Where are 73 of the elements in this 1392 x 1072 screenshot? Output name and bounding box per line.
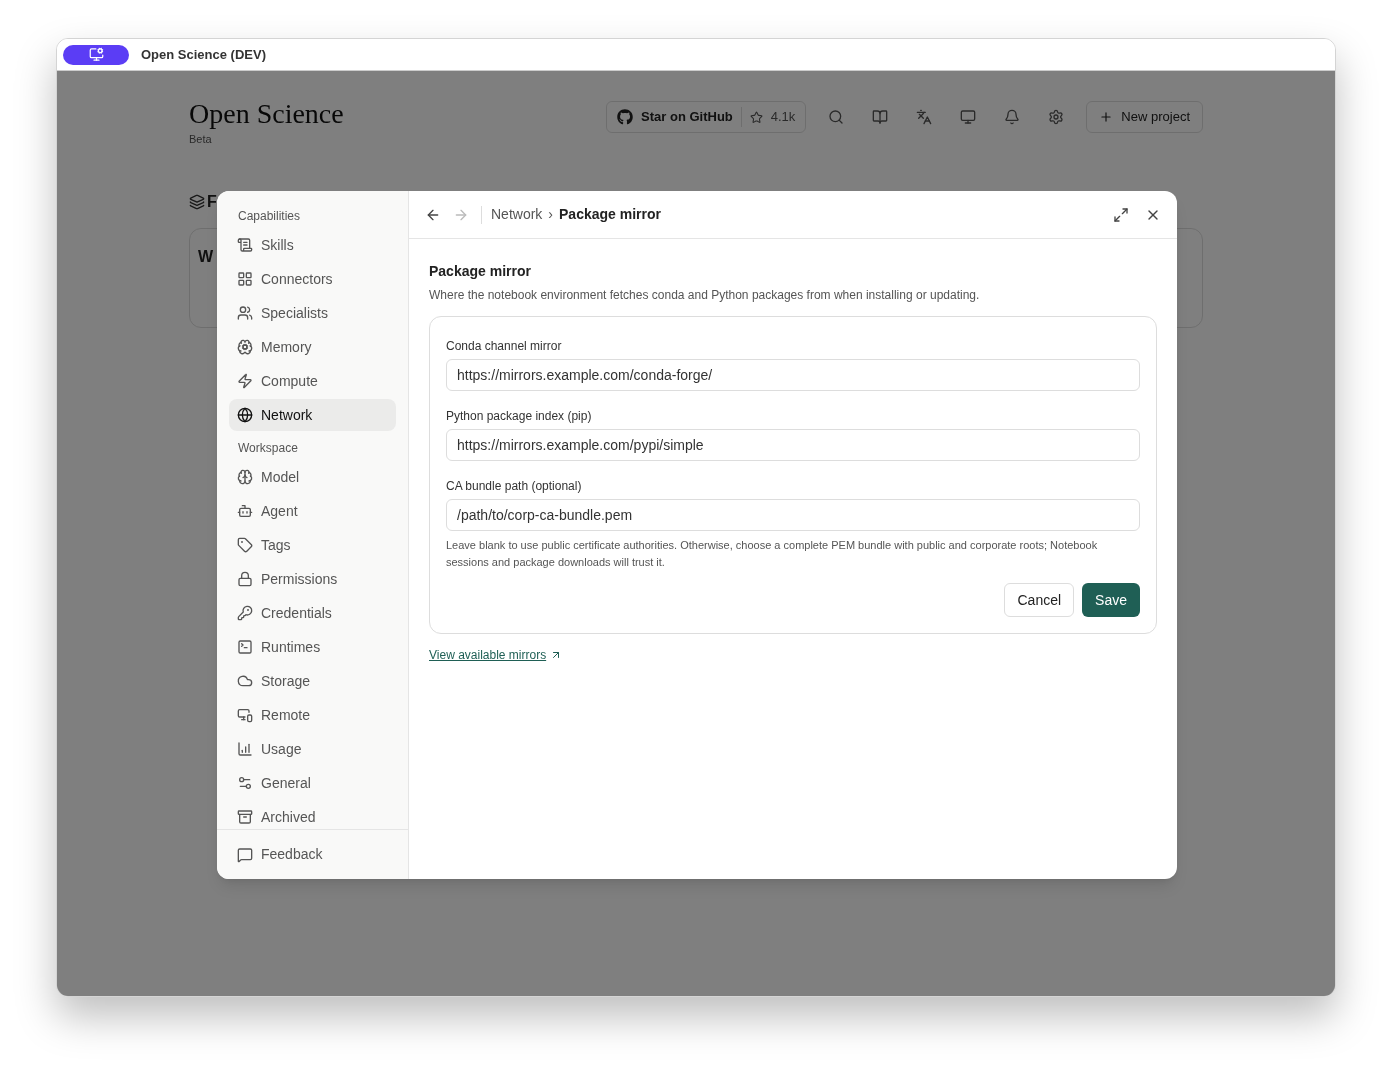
text-field[interactable]: https://mirrors.example.com/pypi/simple [446,429,1140,461]
sidebar-item[interactable]: Compute [229,365,396,397]
sidebar-item[interactable]: Memory [229,331,396,363]
github-star-button[interactable]: Star on GitHub 4.1k [606,101,807,133]
github-label: Star on GitHub [641,108,733,127]
beta-label: Beta [189,132,213,147]
sidebar-item[interactable]: Archived [229,801,396,829]
field-label: Python package index (pip) [446,408,593,425]
sidebar-item[interactable]: Connectors [229,263,396,295]
text-field[interactable]: /path/to/corp-ca-bundle.pem [446,499,1140,531]
section-heading: Package mirror [429,262,532,281]
sidebar-item[interactable]: Usage [229,733,396,765]
sidebar-item[interactable]: Storage [229,665,396,697]
lock-icon [237,571,253,587]
app-badge[interactable] [63,44,129,65]
star-count: 4.1k [770,108,796,127]
plus-icon [1099,110,1114,124]
grid-icon [237,271,253,287]
sidebar-heading: Capabilities [237,208,302,225]
feedback-item[interactable]: Feedback [229,838,331,871]
github-icon [617,109,634,125]
robot-icon [237,503,253,519]
archive-icon [237,809,253,825]
sidebar-item[interactable]: Specialists [229,297,396,329]
stack-icon [189,193,205,210]
users-icon [237,305,253,321]
tag-icon [237,537,253,553]
key-icon [237,605,253,621]
app-title: Open Science [189,97,344,131]
translate-icon [916,109,933,125]
sidebar-item[interactable]: Agent [229,495,396,527]
lightning-icon [237,373,253,389]
scroll-icon [237,237,253,253]
sidebar-item[interactable]: Skills [229,229,396,261]
text-field[interactable]: https://mirrors.example.com/conda-forge/ [446,359,1140,391]
help-text: Leave blank to use public certificate authorities. Otherwise, choose a complete PEM bundle with public and corporate roots; Notebook sessions and package downloads will trust it. [446,538,1099,570]
breadcrumb-separator: › [548,205,554,224]
section-description: Where the notebook environment fetches conda and Python packages from when installing or updating. [429,287,981,304]
window-title: Open Science (DEV) [141,45,266,64]
cloud-icon [237,673,253,689]
new-project-button[interactable]: New project [1086,101,1203,133]
field-label: CA bundle path (optional) [446,478,583,495]
chart-icon [237,741,253,757]
breadcrumb-item: Package mirror [559,205,661,224]
sidebar-item[interactable]: Remote [229,699,396,731]
mirrors-link[interactable]: View available mirrors [429,646,563,664]
save-button[interactable]: Save [1082,583,1140,617]
message-icon [237,846,253,863]
card-title: W [198,247,214,265]
bell-icon [1004,109,1021,125]
sidebar-item[interactable]: Credentials [229,597,396,629]
sliders-icon [237,775,253,791]
sidebar-item[interactable]: Runtimes [229,631,396,663]
monitor-icon [960,109,977,125]
sidebar-item[interactable]: Model [229,461,396,493]
expand-button[interactable] [1113,206,1129,223]
breadcrumb-item[interactable]: Network [491,204,543,225]
cancel-button[interactable]: Cancel [1004,583,1075,617]
devices-icon [237,707,253,723]
section-title: F [207,191,217,212]
search-icon [828,109,845,125]
sidebar-item[interactable]: General [229,767,396,799]
book-icon [872,109,889,125]
sidebar-item[interactable]: Network [229,399,396,431]
sidebar-heading: Workspace [237,440,299,457]
globe-icon [237,407,253,423]
field-label: Conda channel mirror [446,338,563,355]
sidebar-item[interactable]: Permissions [229,563,396,595]
terminal-icon [237,639,253,655]
star-icon [749,110,763,124]
sidebar-item[interactable]: Tags [229,529,396,561]
expand-icon [1113,206,1129,223]
settings-icon [1048,109,1065,125]
